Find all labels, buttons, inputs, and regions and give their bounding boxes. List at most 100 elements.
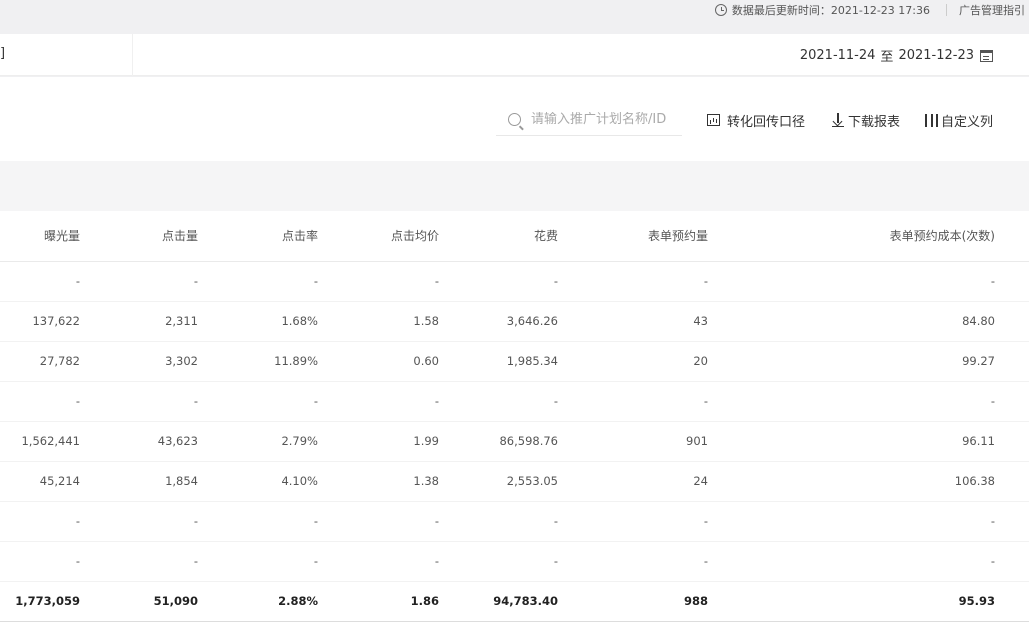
table-row[interactable]: - - - - - - - xyxy=(0,261,1029,302)
cell-avg-cpc: - xyxy=(318,381,439,422)
cell-impressions: - xyxy=(0,541,80,582)
cell-impressions: 1,562,441 xyxy=(0,421,80,462)
cell-ctr: - xyxy=(198,501,318,542)
header-ctr[interactable]: 点击率 xyxy=(198,211,318,262)
cell-pad xyxy=(995,421,1029,462)
cell-ctr: 11.89% xyxy=(198,341,318,382)
cell-pad xyxy=(995,461,1029,502)
divider xyxy=(946,4,947,16)
table-body: - - - - - - - 137,622 2,311 1.68% 1.58 3… xyxy=(0,261,1029,622)
header-clicks[interactable]: 点击量 xyxy=(80,211,198,262)
search-box[interactable] xyxy=(496,104,682,136)
cell-pad xyxy=(995,381,1029,422)
cell-form-booking-cost: - xyxy=(708,501,995,542)
header-form-bookings[interactable]: 表单预约量 xyxy=(558,211,708,262)
cell-form-booking-cost: - xyxy=(708,261,995,302)
cell-ctr: 1.68% xyxy=(198,301,318,342)
columns-icon xyxy=(925,113,938,127)
table-row[interactable]: - - - - - - - xyxy=(0,541,1029,582)
table-row[interactable]: 45,214 1,854 4.10% 1.38 2,553.05 24 106.… xyxy=(0,461,1029,502)
cell-clicks: - xyxy=(80,261,198,302)
cell-pad xyxy=(995,581,1029,622)
cell-clicks: - xyxy=(80,381,198,422)
table-row[interactable]: 1,562,441 43,623 2.79% 1.99 86,598.76 90… xyxy=(0,421,1029,462)
header-pad xyxy=(995,211,1029,262)
report-panel: 转化回传口径 下载报表 自定义列 曝光量 点击量 点击率 点击均价 花费 表单预… xyxy=(0,77,1029,634)
cell-form-bookings: 901 xyxy=(558,421,708,462)
total-avg-cpc: 1.86 xyxy=(318,581,439,622)
cell-avg-cpc: 1.38 xyxy=(318,461,439,502)
cell-spend: - xyxy=(439,261,558,302)
cell-clicks: 43,623 xyxy=(80,421,198,462)
cell-form-booking-cost: 106.38 xyxy=(708,461,995,502)
cell-form-bookings: 43 xyxy=(558,301,708,342)
cell-ctr: 2.79% xyxy=(198,421,318,462)
cell-spend: 1,985.34 xyxy=(439,341,558,382)
cell-spend: - xyxy=(439,541,558,582)
cell-avg-cpc: - xyxy=(318,501,439,542)
date-from: 2021-11-24 xyxy=(799,48,876,63)
cell-clicks: - xyxy=(80,541,198,582)
cell-impressions: 27,782 xyxy=(0,341,80,382)
report-table: 曝光量 点击量 点击率 点击均价 花费 表单预约量 表单预约成本(次数) - -… xyxy=(0,211,1029,622)
bar-chart-icon xyxy=(707,114,720,126)
cell-pad xyxy=(995,261,1029,302)
filter-band xyxy=(0,161,1029,211)
cell-clicks: 2,311 xyxy=(80,301,198,342)
cell-avg-cpc: - xyxy=(318,261,439,302)
cell-spend: 86,598.76 xyxy=(439,421,558,462)
clock-icon xyxy=(714,4,727,16)
total-impressions: 1,773,059 xyxy=(0,581,80,622)
cell-spend: - xyxy=(439,501,558,542)
download-report-label: 下载报表 xyxy=(848,114,901,130)
cell-pad xyxy=(995,501,1029,542)
cell-clicks: - xyxy=(80,501,198,542)
cell-impressions: 137,622 xyxy=(0,301,80,342)
cell-pad xyxy=(995,541,1029,582)
cell-form-bookings: 24 xyxy=(558,461,708,502)
total-clicks: 51,090 xyxy=(80,581,198,622)
table-row[interactable]: 137,622 2,311 1.68% 1.58 3,646.26 43 84.… xyxy=(0,301,1029,342)
cell-clicks: 3,302 xyxy=(80,341,198,382)
download-report-button[interactable]: 下载报表 xyxy=(832,110,900,130)
download-icon xyxy=(832,113,844,127)
cell-avg-cpc: 0.60 xyxy=(318,341,439,382)
table-row[interactable]: 27,782 3,302 11.89% 0.60 1,985.34 20 99.… xyxy=(0,341,1029,382)
header-form-booking-cost[interactable]: 表单预约成本(次数) xyxy=(708,211,995,262)
cell-impressions: 45,214 xyxy=(0,461,80,502)
cell-spend: - xyxy=(439,381,558,422)
tab-fragment[interactable]: ] xyxy=(0,46,5,61)
cell-form-booking-cost: - xyxy=(708,381,995,422)
cell-form-booking-cost: 96.11 xyxy=(708,421,995,462)
calendar-icon[interactable] xyxy=(980,49,993,62)
cell-ctr: - xyxy=(198,261,318,302)
conversion-caliber-label: 转化回传口径 xyxy=(727,114,806,130)
cell-ctr: 4.10% xyxy=(198,461,318,502)
cell-form-booking-cost: 99.27 xyxy=(708,341,995,382)
cell-form-bookings: - xyxy=(558,261,708,302)
cell-form-booking-cost: 84.80 xyxy=(708,301,995,342)
date-range-picker[interactable]: 2021-11-24 至 2021-12-23 xyxy=(800,46,993,65)
table-row[interactable]: - - - - - - - xyxy=(0,501,1029,542)
total-row: 1,773,059 51,090 2.88% 1.86 94,783.40 98… xyxy=(0,581,1029,622)
custom-columns-button[interactable]: 自定义列 xyxy=(925,110,993,130)
conversion-caliber-button[interactable]: 转化回传口径 xyxy=(707,110,805,130)
cell-form-bookings: - xyxy=(558,501,708,542)
total-ctr: 2.88% xyxy=(198,581,318,622)
tab-divider xyxy=(132,34,133,76)
cell-avg-cpc: - xyxy=(318,541,439,582)
ad-guide-link[interactable]: 广告管理指引 xyxy=(959,2,1025,18)
search-icon xyxy=(508,113,521,126)
search-input[interactable] xyxy=(531,112,681,127)
total-form-bookings: 988 xyxy=(558,581,708,622)
total-spend: 94,783.40 xyxy=(439,581,558,622)
header-impressions[interactable]: 曝光量 xyxy=(0,211,80,262)
table-row[interactable]: - - - - - - - xyxy=(0,381,1029,422)
cell-impressions: - xyxy=(0,501,80,542)
table-header-row: 曝光量 点击量 点击率 点击均价 花费 表单预约量 表单预约成本(次数) xyxy=(0,211,1029,262)
cell-pad xyxy=(995,301,1029,342)
header-avg-cpc[interactable]: 点击均价 xyxy=(318,211,439,262)
header-spend[interactable]: 花费 xyxy=(439,211,558,262)
date-bar: ] 2021-11-24 至 2021-12-23 xyxy=(0,34,1029,76)
cell-impressions: - xyxy=(0,381,80,422)
